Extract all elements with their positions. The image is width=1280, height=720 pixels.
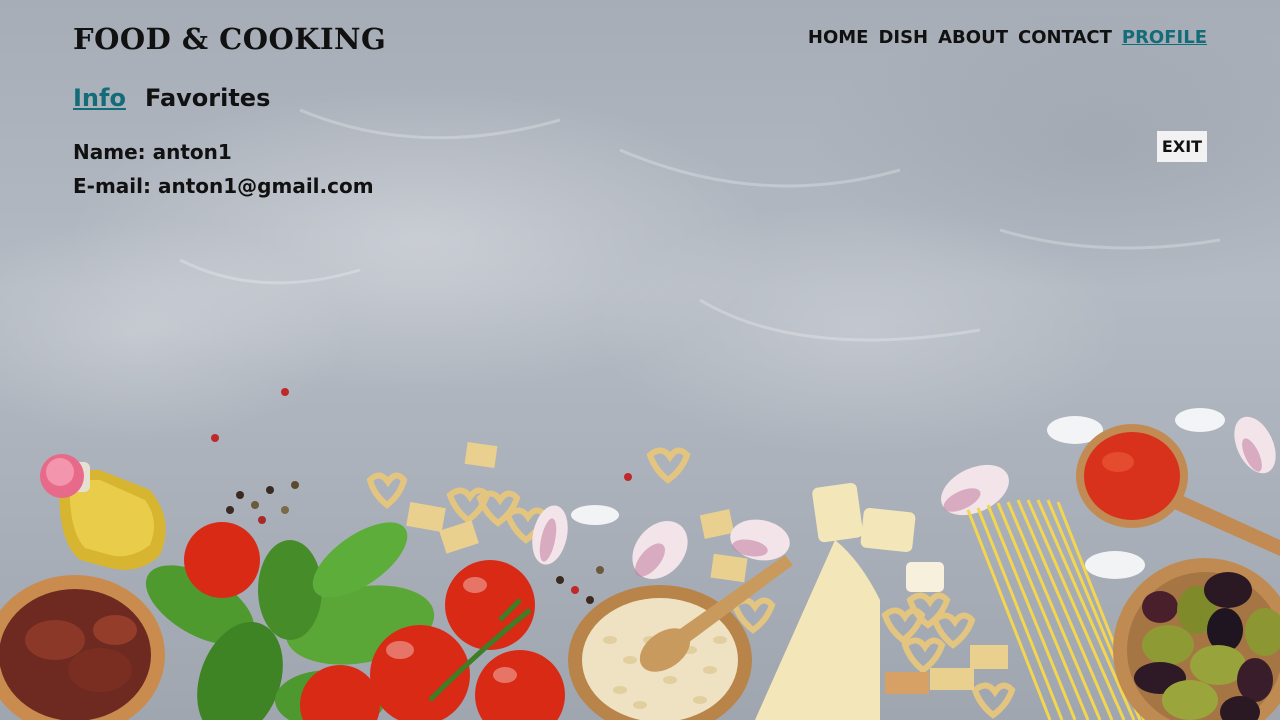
oil-bottle xyxy=(40,454,166,570)
main-nav: HOME DISH ABOUT CONTACT PROFILE xyxy=(808,27,1207,48)
tab-info[interactable]: Info xyxy=(73,84,126,112)
nav-home[interactable]: HOME xyxy=(808,27,869,48)
site-logo[interactable]: FOOD & COOKING xyxy=(73,22,386,56)
user-name: Name: anton1 xyxy=(73,140,232,164)
olives-bowl xyxy=(1113,558,1280,720)
exit-button[interactable]: EXIT xyxy=(1157,131,1207,162)
nav-contact[interactable]: CONTACT xyxy=(1018,27,1112,48)
user-email: E-mail: anton1@gmail.com xyxy=(73,174,374,198)
nav-profile[interactable]: PROFILE xyxy=(1122,27,1207,48)
profile-tabs: Info Favorites xyxy=(73,84,270,112)
pine-nuts-bowl xyxy=(568,555,793,720)
nav-dish[interactable]: DISH xyxy=(878,27,928,48)
dried-tomatoes-bowl xyxy=(0,575,165,720)
nav-about[interactable]: ABOUT xyxy=(938,27,1008,48)
tab-favorites[interactable]: Favorites xyxy=(145,84,270,112)
profile-info: Name: anton1 E-mail: anton1@gmail.com xyxy=(73,135,374,203)
